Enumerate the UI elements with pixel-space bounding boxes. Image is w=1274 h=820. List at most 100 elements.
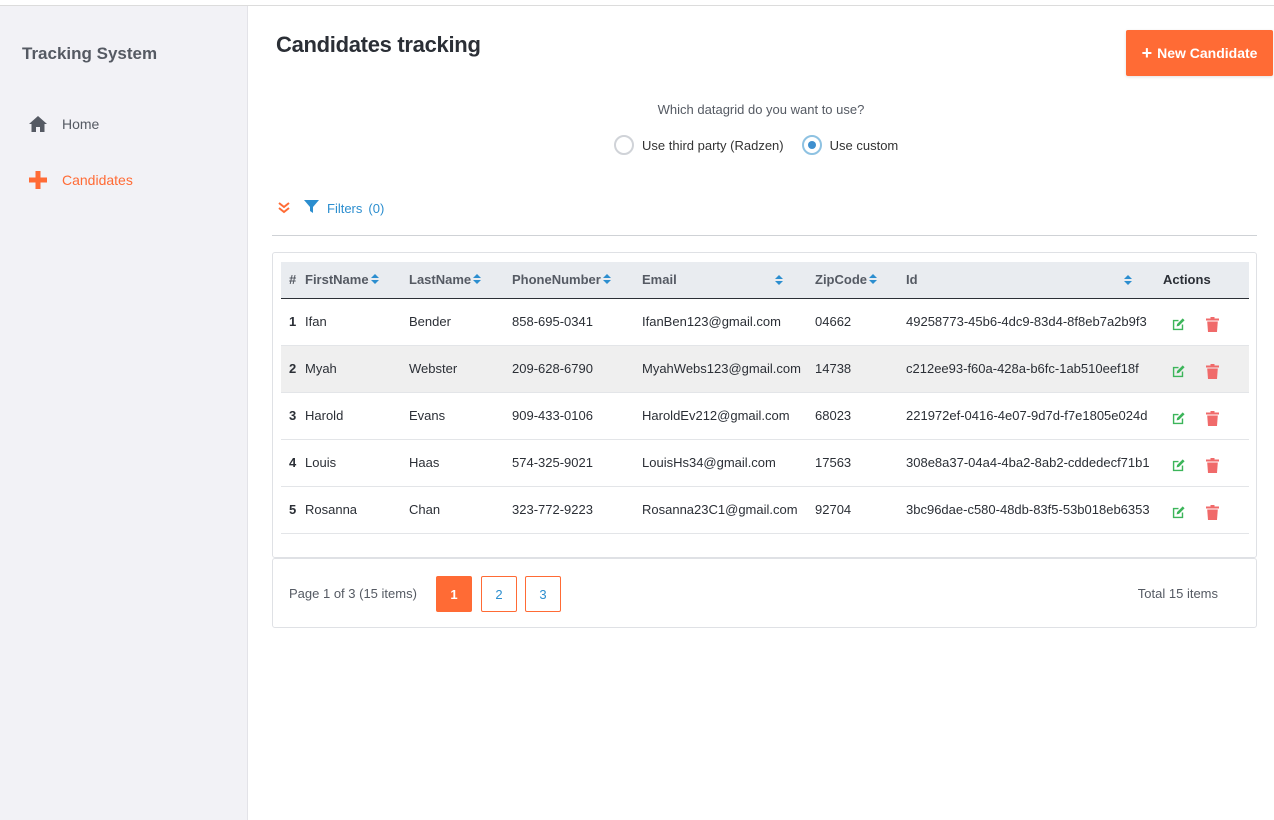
edit-icon[interactable] — [1171, 317, 1186, 332]
column-header-id[interactable]: Id — [906, 262, 1163, 299]
filters-toggle[interactable]: Filters (0) — [304, 200, 384, 217]
cell-email: LouisHs34@gmail.com — [642, 439, 815, 487]
column-header-lastname[interactable]: LastName — [409, 262, 512, 299]
candidates-grid: # FirstName LastName PhoneNumber Email Z… — [272, 252, 1257, 558]
filters-label: Filters — [327, 201, 363, 216]
cell-actions — [1163, 345, 1249, 393]
delete-icon[interactable] — [1206, 505, 1219, 520]
cell-number: 1 — [281, 298, 305, 346]
delete-icon[interactable] — [1206, 364, 1219, 379]
cell-number: 4 — [281, 439, 305, 487]
column-header-label: Email — [642, 272, 677, 288]
sidebar-item-candidates[interactable]: Candidates — [28, 170, 133, 190]
divider — [272, 235, 1257, 236]
plus-icon — [28, 170, 50, 190]
column-header-label: PhoneNumber — [512, 271, 601, 287]
cell-email: HaroldEv212@gmail.com — [642, 392, 815, 440]
page-button-2[interactable]: 2 — [481, 576, 517, 612]
sort-icon[interactable] — [370, 273, 380, 288]
filter-bar: Filters (0) — [278, 200, 384, 217]
radio-custom[interactable]: Use custom — [801, 135, 898, 155]
datagrid-radio-group: Use third party (Radzen) Use custom — [614, 135, 916, 155]
pagination-bar: Page 1 of 3 (15 items) 1 2 3 Total 15 it… — [272, 558, 1257, 628]
column-header-label: ZipCode — [815, 271, 867, 287]
cell-zipcode: 17563 — [815, 439, 906, 487]
sidebar: Tracking System Home Candidates — [0, 6, 248, 820]
page-button-1[interactable]: 1 — [436, 576, 472, 612]
cell-zipcode: 14738 — [815, 345, 906, 393]
column-header-email[interactable]: Email — [642, 262, 815, 299]
delete-icon[interactable] — [1206, 411, 1219, 426]
cell-lastname: Evans — [409, 392, 512, 440]
cell-firstname: Myah — [305, 345, 409, 393]
cell-id: 3bc96dae-c580-48db-83f5-53b018eb6353 — [906, 486, 1163, 534]
main-content: Candidates tracking + New Candidate Whic… — [248, 6, 1274, 820]
cell-firstname: Harold — [305, 392, 409, 440]
edit-icon[interactable] — [1171, 364, 1186, 379]
datagrid-question: Which datagrid do you want to use? — [657, 102, 865, 117]
column-header-zipcode[interactable]: ZipCode — [815, 262, 906, 299]
column-header-label: FirstName — [305, 271, 369, 287]
cell-lastname: Chan — [409, 486, 512, 534]
radio-circle[interactable] — [614, 135, 634, 155]
new-candidate-button[interactable]: + New Candidate — [1126, 30, 1273, 76]
cell-actions — [1163, 298, 1249, 346]
edit-icon[interactable] — [1171, 505, 1186, 520]
radio-label: Use third party (Radzen) — [642, 137, 784, 153]
cell-number: 2 — [281, 345, 305, 393]
plus-icon: + — [1141, 42, 1153, 63]
column-header-actions: Actions — [1163, 262, 1249, 299]
page-button-3[interactable]: 3 — [525, 576, 561, 612]
double-chevron-down-icon[interactable] — [278, 201, 290, 216]
table-row: 2 Myah Webster 209-628-6790 MyahWebs123@gmai… — [281, 345, 1249, 393]
cell-email: MyahWebs123@gmail.com — [642, 345, 815, 393]
column-header-firstname[interactable]: FirstName — [305, 262, 409, 299]
radio-third-party[interactable]: Use third party (Radzen) — [614, 135, 784, 155]
cell-phonenumber: 209-628-6790 — [512, 345, 642, 393]
cell-zipcode: 04662 — [815, 298, 906, 346]
cell-zipcode: 68023 — [815, 392, 906, 440]
cell-phonenumber: 574-325-9021 — [512, 439, 642, 487]
cell-id: 49258773-45b6-4dc9-83d4-8f8eb7a2b9f3 — [906, 298, 1163, 346]
sort-icon[interactable] — [602, 273, 612, 288]
cell-actions — [1163, 439, 1249, 487]
cell-phonenumber: 858-695-0341 — [512, 298, 642, 346]
delete-icon[interactable] — [1206, 317, 1219, 332]
new-candidate-label: New Candidate — [1157, 45, 1258, 61]
sort-icon[interactable] — [1123, 274, 1133, 289]
sort-icon[interactable] — [868, 273, 878, 288]
cell-phonenumber: 323-772-9223 — [512, 486, 642, 534]
delete-icon[interactable] — [1206, 458, 1219, 473]
sort-icon[interactable] — [774, 274, 784, 289]
cell-id: c212ee93-f60a-428a-b6fc-1ab510eef18f — [906, 345, 1163, 393]
edit-icon[interactable] — [1171, 458, 1186, 473]
sidebar-item-home[interactable]: Home — [28, 114, 99, 134]
column-header-phonenumber[interactable]: PhoneNumber — [512, 262, 642, 299]
edit-icon[interactable] — [1171, 411, 1186, 426]
column-header-label: Id — [906, 272, 918, 288]
cell-email: IfanBen123@gmail.com — [642, 298, 815, 346]
brand-title: Tracking System — [22, 44, 158, 63]
page-title: Candidates tracking — [276, 32, 481, 57]
table-row: 5 Rosanna Chan 323-772-9223 Rosanna23C1@gmai… — [281, 486, 1249, 534]
filter-icon — [304, 200, 319, 217]
column-header-label: LastName — [409, 271, 472, 287]
cell-lastname: Webster — [409, 345, 512, 393]
cell-firstname: Louis — [305, 439, 409, 487]
sort-icon[interactable] — [472, 273, 482, 288]
filters-count: (0) — [368, 201, 385, 216]
table-row: 3 Harold Evans 909-433-0106 HaroldEv212@gmai… — [281, 392, 1249, 440]
cell-id: 308e8a37-04a4-4ba2-8ab2-cddedecf71b1 — [906, 439, 1163, 487]
cell-lastname: Haas — [409, 439, 512, 487]
cell-id: 221972ef-0416-4e07-9d7d-f7e1805e024d — [906, 392, 1163, 440]
cell-phonenumber: 909-433-0106 — [512, 392, 642, 440]
table-header-row: # FirstName LastName PhoneNumber Email Z… — [281, 262, 1249, 299]
cell-actions — [1163, 486, 1249, 534]
cell-firstname: Rosanna — [305, 486, 409, 534]
sidebar-item-label: Candidates — [62, 172, 133, 188]
cell-actions — [1163, 392, 1249, 440]
candidates-table: # FirstName LastName PhoneNumber Email Z… — [281, 262, 1249, 534]
cell-email: Rosanna23C1@gmail.com — [642, 486, 815, 534]
radio-circle[interactable] — [801, 135, 822, 155]
table-row: 4 Louis Haas 574-325-9021 LouisHs34@gmail.co… — [281, 439, 1249, 487]
